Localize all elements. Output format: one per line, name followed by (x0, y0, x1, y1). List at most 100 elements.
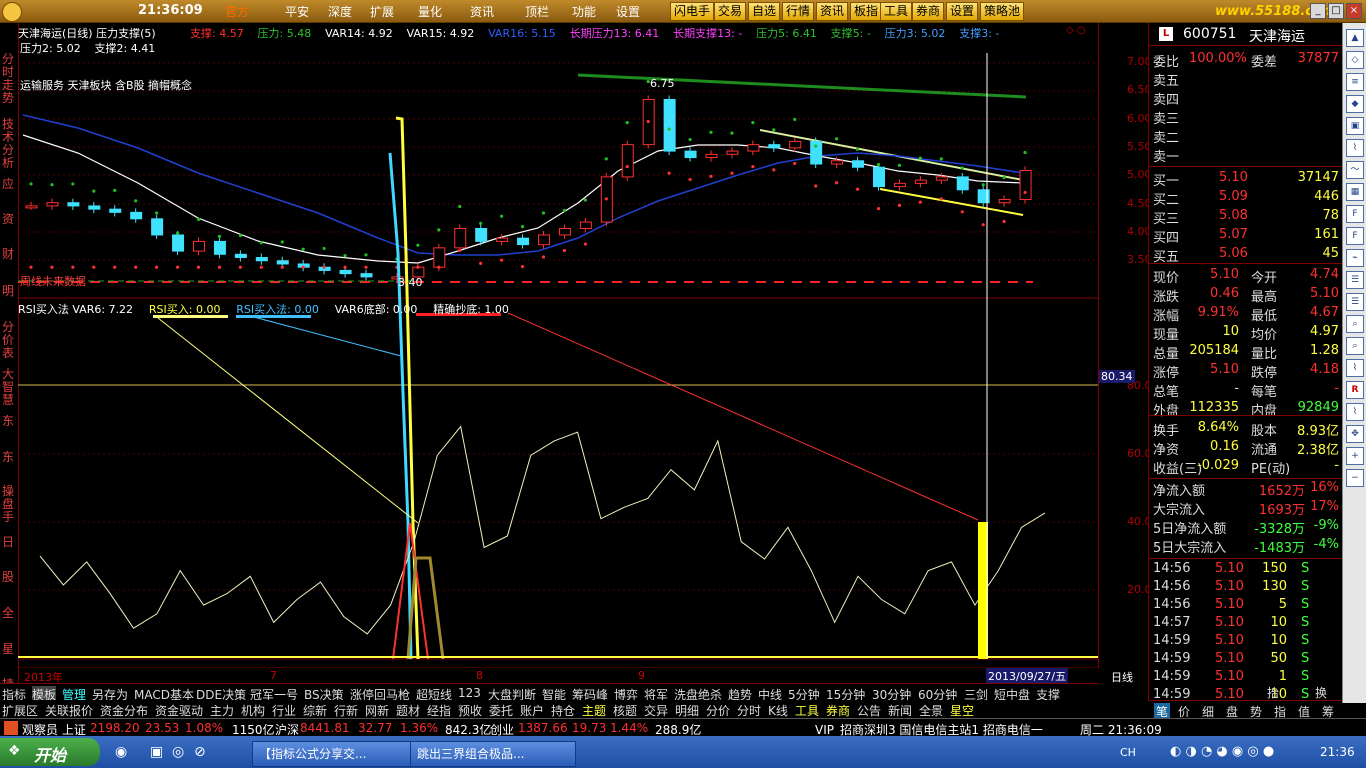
extension-tab[interactable]: 主力 (210, 702, 234, 719)
menu-kuozhan[interactable]: 扩展 (370, 3, 394, 20)
app-logo[interactable] (2, 2, 22, 22)
chart-icon[interactable]: ⌇ (1346, 359, 1364, 377)
extension-tab[interactable]: 扩展区 (2, 702, 38, 719)
extension-tab[interactable]: 资金分布 (100, 702, 148, 719)
quicklaunch-icon[interactable]: ⊘ (194, 744, 206, 760)
taskbar-item[interactable]: 【指标公式分享交... (252, 741, 418, 767)
tab-cai[interactable]: 财 (2, 248, 16, 261)
language-indicator[interactable]: CH (1120, 746, 1136, 759)
broker-button[interactable]: 券商 (912, 2, 945, 21)
extension-tab[interactable]: 全景 (919, 702, 943, 719)
extension-tab[interactable]: 交异 (644, 702, 668, 719)
settings-button[interactable]: 设置 (946, 2, 979, 21)
tab-price-table[interactable]: 分价表 (2, 321, 16, 360)
quotes-button[interactable]: 行情 (782, 2, 815, 21)
trade-button[interactable]: 交易 (714, 2, 747, 21)
template-tab[interactable]: 123 (458, 686, 481, 700)
chart-icon[interactable]: ⌇ (1346, 403, 1364, 421)
zoom-out-icon[interactable]: − (1346, 469, 1364, 487)
extension-tab[interactable]: 经指 (427, 702, 451, 719)
toolbar-icon[interactable]: ▲ (1346, 29, 1364, 47)
mini-button-tai[interactable]: 抬 (1267, 684, 1279, 701)
menu-pingan[interactable]: 平安 (285, 3, 309, 20)
tab-trader[interactable]: 操盘手 (2, 485, 16, 524)
menu-lianghua[interactable]: 量化 (418, 3, 442, 20)
period-label[interactable]: 日线 (1111, 669, 1133, 685)
search-icon[interactable]: ⌕ (1346, 337, 1364, 355)
toolbar-icon[interactable]: ≡ (1346, 73, 1364, 91)
extension-tab[interactable]: 持仓 (551, 702, 575, 719)
tab-quan[interactable]: 全 (2, 607, 16, 620)
chart-icon[interactable]: ⌇ (1346, 139, 1364, 157)
quicklaunch-icon[interactable]: ◉ (115, 744, 127, 760)
news-button[interactable]: 资讯 (816, 2, 849, 21)
buy-row[interactable]: 买二 5.09 446 (1153, 189, 1339, 208)
extension-tab[interactable]: 核题 (613, 702, 637, 719)
finance-icon[interactable]: F (1346, 205, 1364, 223)
menu-shezhi[interactable]: 设置 (616, 3, 640, 20)
extension-tab[interactable]: 主题 (582, 702, 606, 719)
sell-row[interactable]: 卖一 (1153, 146, 1339, 165)
extension-tab[interactable]: 明细 (675, 702, 699, 719)
chart-options-icon[interactable]: ◇ ○ (1066, 25, 1086, 36)
buy-row[interactable]: 买五 5.06 45 (1153, 246, 1339, 265)
tab-ri[interactable]: 日 (2, 536, 16, 549)
extension-tab[interactable]: 综新 (303, 702, 327, 719)
extension-tab[interactable]: 网新 (365, 702, 389, 719)
menu-zixun[interactable]: 资讯 (470, 3, 494, 20)
menu-gongneng[interactable]: 功能 (572, 3, 596, 20)
sell-row[interactable]: 卖三 (1153, 108, 1339, 127)
maximize-icon[interactable]: □ (1328, 3, 1344, 19)
tab-zi[interactable]: 资 (2, 213, 16, 226)
menu-shendu[interactable]: 深度 (328, 3, 352, 20)
tray-icons[interactable]: ◐ ◑ ◔ ◕ ◉ ◎ ● (1170, 744, 1274, 759)
chart-icon[interactable]: ⌁ (1346, 249, 1364, 267)
chart-icon[interactable]: 〜 (1346, 161, 1364, 179)
list-icon[interactable]: ☰ (1346, 271, 1364, 289)
strategy-pool-button[interactable]: 策略池 (980, 2, 1025, 21)
sell-row[interactable]: 卖五 (1153, 70, 1339, 89)
toolbar-icon[interactable]: ▣ (1346, 117, 1364, 135)
extension-tab[interactable]: 分价 (706, 702, 730, 719)
index-button[interactable]: 板指 (850, 2, 883, 21)
extension-tab[interactable]: 工具 (795, 702, 819, 719)
buy-row[interactable]: 买四 5.07 161 (1153, 227, 1339, 246)
menu-dinglan[interactable]: 顶栏 (525, 3, 549, 20)
grid-icon[interactable]: ▦ (1346, 183, 1364, 201)
tab-technical[interactable]: 技术分析 (2, 118, 16, 170)
tab-intraday[interactable]: 分时走势 (2, 53, 16, 105)
finance-icon[interactable]: F (1346, 227, 1364, 245)
quicklaunch-icon[interactable]: ◎ (172, 744, 184, 760)
start-button[interactable]: ❖ 开始 (0, 738, 100, 766)
extension-tab[interactable]: 资金驱动 (155, 702, 203, 719)
extension-tab[interactable]: 机构 (241, 702, 265, 719)
extension-tab[interactable]: 公告 (857, 702, 881, 719)
sell-row[interactable]: 卖四 (1153, 89, 1339, 108)
tab-dazhihui[interactable]: 大智慧 (2, 368, 16, 407)
zoom-in-icon[interactable]: + (1346, 447, 1364, 465)
tab-xing[interactable]: 星 (2, 643, 16, 656)
extension-tab[interactable]: 委托 (489, 702, 513, 719)
extension-tab[interactable]: K线 (768, 702, 788, 719)
sell-row[interactable]: 卖二 (1153, 127, 1339, 146)
toolbar-icon[interactable]: ◆ (1346, 95, 1364, 113)
menu-guanfang[interactable]: 官方 (225, 3, 249, 20)
quicklaunch-icon[interactable]: ▣ (150, 744, 163, 760)
tab-ming[interactable]: 明 (2, 285, 16, 298)
tab-gu[interactable]: 股 (2, 571, 16, 584)
extension-tab[interactable]: 关联报价 (45, 702, 93, 719)
tab-dong1[interactable]: 东 (2, 415, 16, 428)
tab-ying[interactable]: 应 (2, 178, 16, 191)
extension-tab[interactable]: 行新 (334, 702, 358, 719)
extension-tab[interactable]: 行业 (272, 702, 296, 719)
extension-tab[interactable]: 星空 (950, 702, 974, 719)
list-icon[interactable]: ☰ (1346, 293, 1364, 311)
move-icon[interactable]: ✥ (1346, 425, 1364, 443)
extension-tab[interactable]: 新闻 (888, 702, 912, 719)
extension-tab[interactable]: 券商 (826, 702, 850, 719)
watchlist-button[interactable]: 自选 (748, 2, 781, 21)
extension-tab[interactable]: 账户 (520, 702, 544, 719)
search-icon[interactable]: ⌕ (1346, 315, 1364, 333)
taskbar-item[interactable]: 跳出三界组合极品... (410, 741, 576, 767)
flash-trade-button[interactable]: 闪电手 (670, 2, 715, 21)
